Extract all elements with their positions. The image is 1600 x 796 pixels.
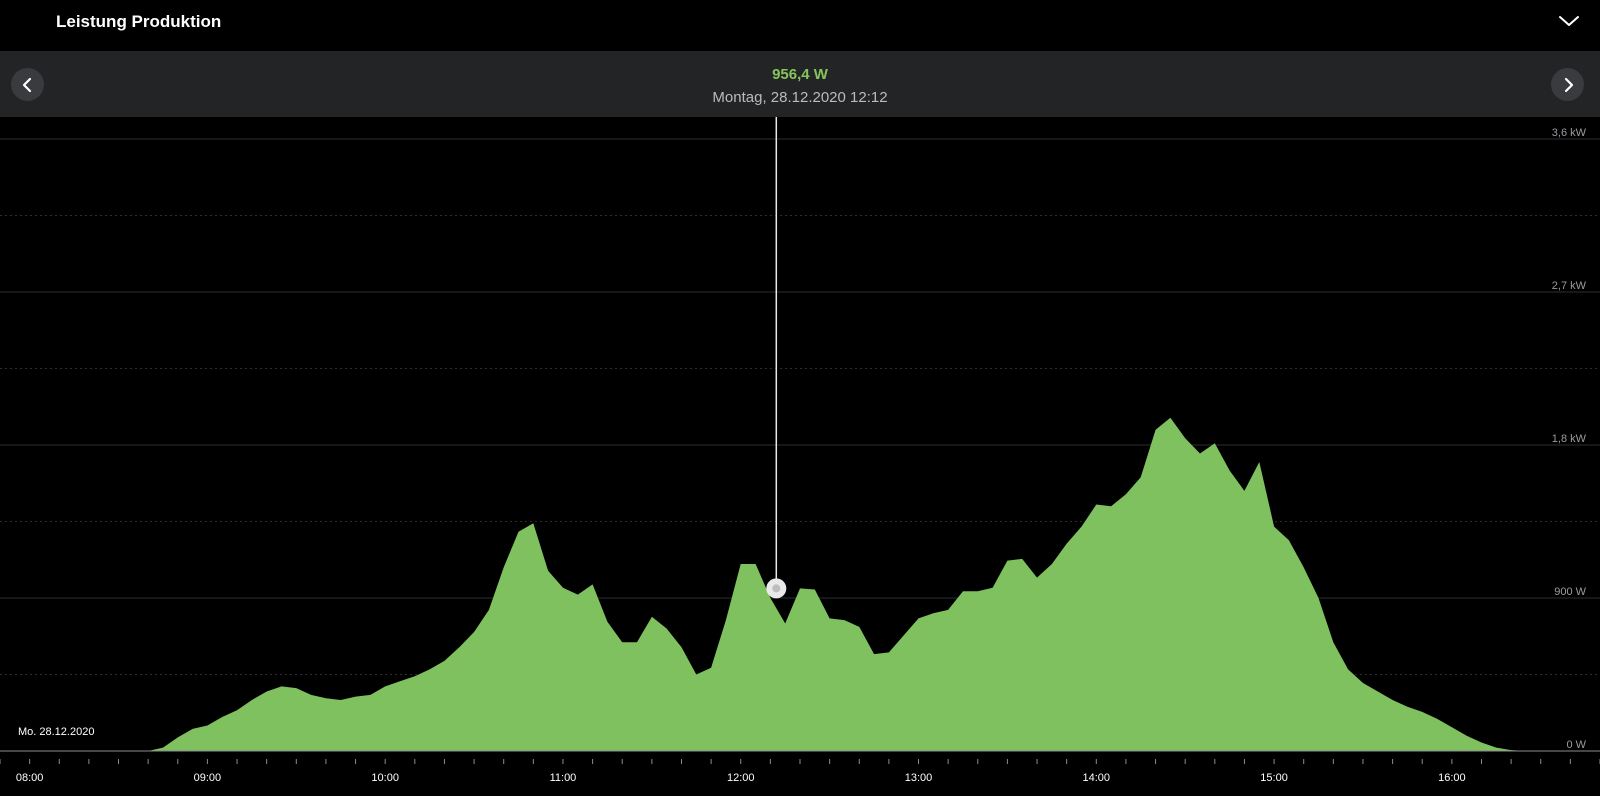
next-day-button[interactable] xyxy=(1551,68,1584,101)
x-tick-label: 16:00 xyxy=(1438,772,1466,784)
production-area xyxy=(148,417,1526,751)
y-tick-label: 2,7 kW xyxy=(1552,280,1587,292)
tooltip-value: 956,4 W xyxy=(772,66,828,83)
x-tick-label: 08:00 xyxy=(16,772,44,784)
y-tick-label: 0 W xyxy=(1566,739,1586,751)
x-tick-label: 13:00 xyxy=(905,772,933,784)
chevron-right-icon xyxy=(1564,77,1574,93)
top-bar: Leistung Produktion xyxy=(0,0,1600,50)
production-chart[interactable]: 08:00 09:00 10:00 11:00 12:00 13:00 14:00 15:00… xyxy=(0,117,1600,796)
page-title: Leistung Produktion xyxy=(56,12,222,31)
chevron-down-icon[interactable] xyxy=(1558,14,1580,28)
x-tick-label: 11:00 xyxy=(550,772,577,784)
tooltip-timestamp: Montag, 28.12.2020 12:12 xyxy=(712,89,888,106)
cursor-marker-dot xyxy=(772,584,781,593)
date-navigation-bar: 956,4 W Montag, 28.12.2020 12:12 xyxy=(0,51,1600,117)
x-tick-label: 15:00 xyxy=(1260,772,1288,784)
x-tick-label: 10:00 xyxy=(371,772,399,784)
y-tick-label: 1,8 kW xyxy=(1552,433,1587,445)
date-label: Mo. 28.12.2020 xyxy=(18,726,95,738)
x-tick-label: 09:00 xyxy=(194,772,222,784)
x-tick-label: 14:00 xyxy=(1083,772,1111,784)
y-tick-label: 3,6 kW xyxy=(1552,127,1587,139)
x-tick-label: 12:00 xyxy=(727,772,755,784)
y-tick-label: 900 W xyxy=(1554,586,1586,598)
